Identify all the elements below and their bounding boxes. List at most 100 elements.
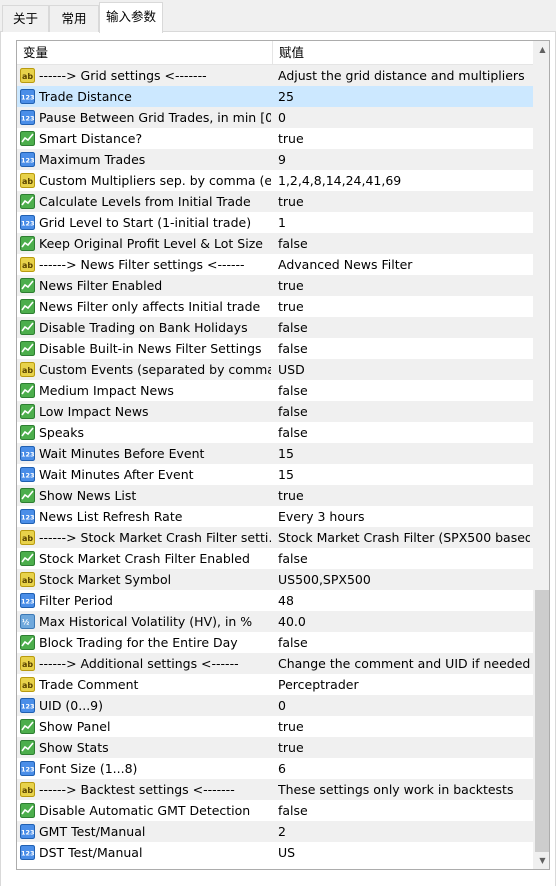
parameter-row[interactable]: 123 UID (0...9) 0	[17, 695, 533, 716]
123-number-icon: 123	[20, 761, 35, 776]
parameter-value[interactable]: 0	[278, 695, 530, 716]
parameter-value[interactable]: false	[278, 338, 530, 359]
parameter-row[interactable]: ab Trade Comment Perceptrader	[17, 674, 533, 695]
parameter-row[interactable]: 123 Wait Minutes Before Event 15	[17, 443, 533, 464]
tab-inputs-label: 输入参数	[105, 9, 156, 24]
parameter-value[interactable]: 48	[278, 590, 530, 611]
parameter-value[interactable]: 0	[278, 107, 530, 128]
parameter-row[interactable]: Medium Impact News false	[17, 380, 533, 401]
parameter-value[interactable]: false	[278, 548, 530, 569]
parameter-value[interactable]: Every 3 hours	[278, 506, 530, 527]
parameter-value[interactable]: true	[278, 275, 530, 296]
parameter-row[interactable]: Keep Original Profit Level & Lot Size fal…	[17, 233, 533, 254]
parameter-row[interactable]: Speaks false	[17, 422, 533, 443]
parameter-row[interactable]: Disable Automatic GMT Detection false	[17, 800, 533, 821]
parameter-row[interactable]: ab ------> News Filter settings <------ Ad…	[17, 254, 533, 275]
parameter-value[interactable]: false	[278, 422, 530, 443]
parameter-value[interactable]: true	[278, 128, 530, 149]
parameter-value[interactable]: true	[278, 191, 530, 212]
parameter-row[interactable]: 123 DST Test/Manual US	[17, 842, 533, 863]
parameter-row[interactable]: Disable Trading on Bank Holidays false	[17, 317, 533, 338]
svg-text:ab: ab	[22, 681, 33, 690]
parameter-value[interactable]: 1	[278, 212, 530, 233]
parameter-value[interactable]: 6	[278, 758, 530, 779]
parameter-value[interactable]: Perceptrader	[278, 674, 530, 695]
parameter-row[interactable]: Smart Distance? true	[17, 128, 533, 149]
parameter-row[interactable]: Low Impact News false	[17, 401, 533, 422]
vertical-scrollbar[interactable]: ▲ ▼	[533, 41, 549, 869]
parameter-row[interactable]: Calculate Levels from Initial Trade true	[17, 191, 533, 212]
tab-inputs[interactable]: 输入参数	[99, 2, 163, 33]
parameter-name: Medium Impact News	[39, 383, 174, 398]
parameter-value[interactable]: 1,2,4,8,14,24,41,69	[278, 170, 530, 191]
parameter-row[interactable]: Show Panel true	[17, 716, 533, 737]
column-header-variable[interactable]: 变量	[17, 41, 272, 65]
parameter-row[interactable]: Block Trading for the Entire Day false	[17, 632, 533, 653]
parameter-row[interactable]: 123 News List Refresh Rate Every 3 hours	[17, 506, 533, 527]
parameter-row[interactable]: ab Custom Events (separated by comma,… USD	[17, 359, 533, 380]
parameter-row[interactable]: 123 GMT Test/Manual 2	[17, 821, 533, 842]
parameter-row[interactable]: Show News List true	[17, 485, 533, 506]
scroll-up-arrow-icon[interactable]: ▲	[534, 41, 549, 58]
123-number-icon: 123	[20, 845, 35, 860]
parameter-value[interactable]: Stock Market Crash Filter (SPX500 based)	[278, 527, 530, 548]
parameter-value[interactable]: 40.0	[278, 611, 530, 632]
parameter-name: Trade Comment	[39, 677, 139, 692]
parameter-row[interactable]: 123 Maximum Trades 9	[17, 149, 533, 170]
column-header-value[interactable]: 赋值	[272, 41, 533, 65]
parameter-value[interactable]: false	[278, 401, 530, 422]
parameter-row[interactable]: News Filter Enabled true	[17, 275, 533, 296]
bool-chart-icon	[20, 404, 35, 419]
svg-text:123: 123	[21, 598, 35, 606]
parameter-row[interactable]: ab ------> Grid settings <------- Adjust t…	[17, 65, 533, 86]
bool-chart-icon	[20, 425, 35, 440]
parameter-row[interactable]: Stock Market Crash Filter Enabled false	[17, 548, 533, 569]
parameter-value[interactable]: These settings only work in backtests	[278, 779, 530, 800]
parameter-value[interactable]: false	[278, 233, 530, 254]
bool-chart-icon	[20, 803, 35, 818]
svg-text:123: 123	[21, 703, 35, 711]
parameter-value[interactable]: false	[278, 632, 530, 653]
parameter-row[interactable]: ab ------> Backtest settings <------- Thes…	[17, 779, 533, 800]
parameter-row[interactable]: ½ Max Historical Volatility (HV), in % 40.…	[17, 611, 533, 632]
parameter-row[interactable]: 123 Trade Distance 25	[17, 86, 533, 107]
parameter-value[interactable]: false	[278, 800, 530, 821]
ab-text-icon: ab	[20, 68, 35, 83]
parameter-name: Show News List	[39, 488, 137, 503]
parameter-value[interactable]: Advanced News Filter	[278, 254, 530, 275]
parameter-value[interactable]: US500,SPX500	[278, 569, 530, 590]
parameter-value[interactable]: 15	[278, 464, 530, 485]
scrollbar-thumb[interactable]	[535, 590, 549, 852]
scroll-down-arrow-icon[interactable]: ▼	[534, 852, 549, 869]
parameter-row[interactable]: ab ------> Stock Market Crash Filter sett…	[17, 527, 533, 548]
parameter-value[interactable]: false	[278, 317, 530, 338]
parameter-value[interactable]: false	[278, 380, 530, 401]
parameter-value[interactable]: true	[278, 716, 530, 737]
bool-chart-icon	[20, 236, 35, 251]
tab-about[interactable]: 关于	[2, 5, 49, 32]
parameter-row[interactable]: 123 Font Size (1...8) 6	[17, 758, 533, 779]
parameter-value[interactable]: 25	[278, 86, 530, 107]
parameter-row[interactable]: Disable Built-in News Filter Settings fal…	[17, 338, 533, 359]
parameter-row[interactable]: 123 Filter Period 48	[17, 590, 533, 611]
parameter-value[interactable]: Adjust the grid distance and multipliers	[278, 65, 530, 86]
parameter-row[interactable]: 123 Grid Level to Start (1-initial trade)…	[17, 212, 533, 233]
parameter-value[interactable]: true	[278, 485, 530, 506]
parameter-row[interactable]: ab Stock Market Symbol US500,SPX500	[17, 569, 533, 590]
parameter-value[interactable]: true	[278, 737, 530, 758]
parameter-value[interactable]: 9	[278, 149, 530, 170]
parameter-row[interactable]: ab ------> Additional settings <------ Cha…	[17, 653, 533, 674]
parameter-value[interactable]: true	[278, 296, 530, 317]
parameter-row[interactable]: Show Stats true	[17, 737, 533, 758]
svg-text:123: 123	[21, 94, 35, 102]
parameter-row[interactable]: ab Custom Multipliers sep. by comma (e… 1,…	[17, 170, 533, 191]
parameter-value[interactable]: 15	[278, 443, 530, 464]
parameter-value[interactable]: USD	[278, 359, 530, 380]
parameter-row[interactable]: 123 Pause Between Grid Trades, in min [0-…	[17, 107, 533, 128]
parameter-value[interactable]: US	[278, 842, 530, 863]
parameter-value[interactable]: Change the comment and UID if needed	[278, 653, 530, 674]
parameter-row[interactable]: News Filter only affects Initial trade tr…	[17, 296, 533, 317]
parameter-row[interactable]: 123 Wait Minutes After Event 15	[17, 464, 533, 485]
tab-common[interactable]: 常用	[49, 5, 99, 32]
parameter-value[interactable]: 2	[278, 821, 530, 842]
